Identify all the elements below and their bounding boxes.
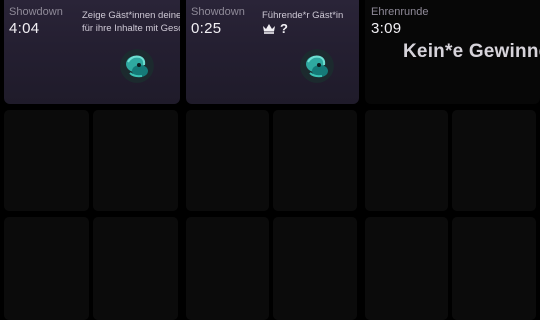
guest-tile[interactable] [452,217,536,320]
guest-tile[interactable] [93,217,178,320]
guest-tile[interactable] [365,110,448,211]
live-battle-grid: Showdown 4:04 Zeige Gäst*innen deine Inh… [0,0,540,320]
leader-row: ? [262,21,288,36]
guest-tile[interactable] [4,217,89,320]
leader-name: ? [280,21,288,36]
guest-tile[interactable] [186,110,269,211]
panel-timer: 3:09 [371,20,402,37]
showdown-panel-1[interactable]: Showdown 4:04 Zeige Gäst*innen deine Inh… [4,0,180,104]
panel-timer: 0:25 [191,20,222,37]
instruction-line-1: Zeige Gäst*innen deine Inhalte [82,10,180,21]
guest-tile[interactable] [186,217,269,320]
guest-tile[interactable] [452,110,536,211]
guest-tile[interactable] [273,217,357,320]
guest-tile[interactable] [365,217,448,320]
guest-avatar[interactable] [120,49,154,83]
showdown-instructions: Zeige Gäst*innen deine Inhalte für ihre … [82,9,180,35]
showdown-panel-2[interactable]: Showdown 0:25 Führende*r Gäst*in ? [186,0,359,104]
guest-tile[interactable] [273,110,357,211]
no-winner-text: Kein*e Gewinner*in [403,41,540,62]
guest-tile[interactable] [4,110,89,211]
panel-timer: 4:04 [9,20,40,37]
instruction-line-2: für ihre Inhalte mit Geschenken [82,23,180,34]
guest-tile[interactable] [93,110,178,211]
guest-avatar[interactable] [300,49,334,83]
panel-mode-label: Showdown [191,6,245,18]
panel-mode-label: Showdown [9,6,63,18]
panel-mode-label: Ehrenrunde [371,6,429,18]
honor-round-panel[interactable]: Ehrenrunde 3:09 Kein*e Gewinner*in [365,0,540,104]
crown-icon [262,23,276,34]
